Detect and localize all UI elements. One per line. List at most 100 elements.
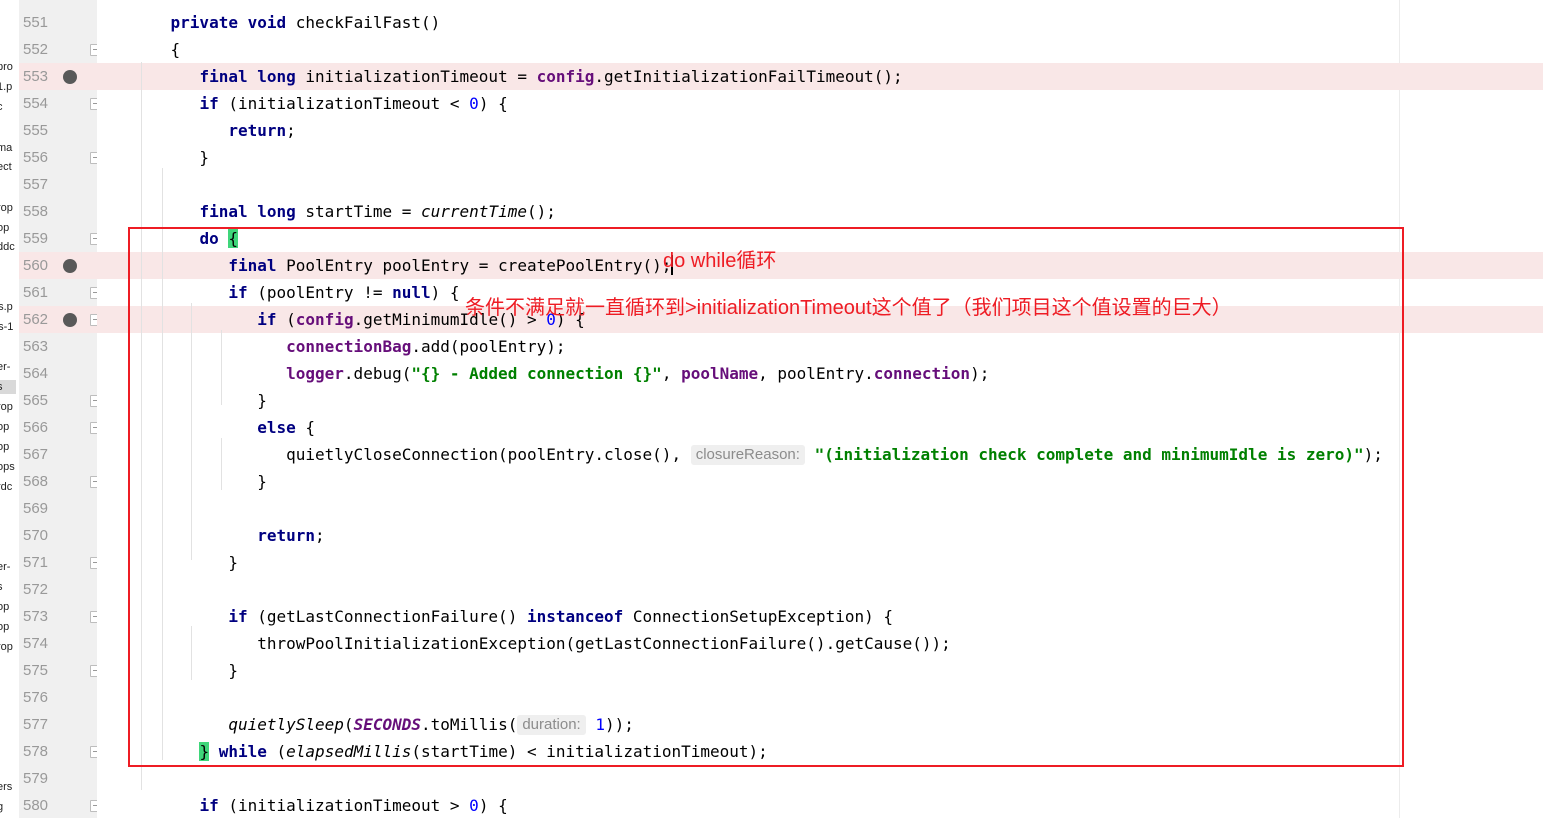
project-tree-item[interactable]: rop — [0, 640, 13, 654]
project-tree-item[interactable]: er- — [0, 360, 10, 374]
line-number: 567 — [23, 446, 49, 463]
gutter-row[interactable]: 579 — [19, 765, 97, 792]
project-tree-item[interactable]: rop — [0, 201, 13, 215]
code-line-text: private void checkFailFast() — [132, 9, 441, 36]
project-tree-item[interactable]: g — [0, 800, 3, 814]
gutter-row[interactable]: 565 — [19, 387, 101, 414]
code-line[interactable]: final long startTime = currentTime(); — [97, 198, 1543, 225]
gutter-row[interactable]: 559 — [19, 225, 101, 252]
project-tree-item[interactable]: er- — [0, 560, 10, 574]
line-number: 566 — [23, 419, 49, 436]
gutter-row[interactable]: 571 — [19, 549, 101, 576]
gutter-row[interactable]: 562 — [19, 306, 101, 333]
gutter-row[interactable]: 578 — [19, 738, 101, 765]
code-line-text: if (initializationTimeout > 0) { — [132, 792, 508, 819]
line-number: 561 — [23, 284, 49, 301]
project-tree-item[interactable]: ddc — [0, 240, 15, 254]
code-line-text: final long initializationTimeout = confi… — [132, 63, 902, 90]
code-token: (); — [526, 202, 556, 221]
line-number: 554 — [23, 95, 49, 112]
code-line[interactable]: } — [97, 144, 1543, 171]
code-line[interactable] — [97, 765, 1543, 792]
project-tree-item[interactable]: rdc — [0, 480, 12, 494]
line-number: 564 — [23, 365, 49, 382]
project-tree-item[interactable]: op — [0, 221, 9, 235]
project-tree-panel[interactable]: pro 1.p c ma ect rop op ddc os.p os-1 er-s rop op op o… — [0, 0, 19, 818]
gutter-row[interactable]: 570 — [19, 522, 97, 549]
project-tree-item[interactable]: op — [0, 620, 9, 634]
annotation-do-while: do while循环 — [663, 250, 777, 272]
code-token: config — [536, 67, 595, 86]
gutter-row[interactable]: 558 — [19, 198, 97, 225]
project-tree-item[interactable]: rop — [0, 400, 13, 414]
gutter-row[interactable]: 556 — [19, 144, 101, 171]
code-token: final — [199, 202, 258, 221]
code-line[interactable]: private void checkFailFast() — [97, 9, 1543, 36]
code-line[interactable]: if (initializationTimeout > 0) { — [97, 792, 1543, 819]
gutter-row[interactable]: 567 — [19, 441, 97, 468]
gutter-row[interactable]: 551 — [19, 9, 97, 36]
code-line[interactable]: if (initializationTimeout < 0) { — [97, 90, 1543, 117]
editor-gutter[interactable]: 551 552 553 554 555 556 557 558 559 560 561 562 563 5… — [19, 0, 101, 819]
gutter-row[interactable]: 553 — [19, 63, 97, 90]
code-line[interactable]: return; — [97, 117, 1543, 144]
project-tree-item[interactable]: ect — [0, 160, 12, 174]
gutter-row[interactable]: 557 — [19, 171, 97, 198]
code-token: (initializationTimeout > — [228, 796, 470, 815]
code-line-text: if (initializationTimeout < 0) { — [132, 90, 507, 117]
breakpoint-icon[interactable] — [63, 70, 77, 84]
project-tree-item[interactable]: op — [0, 420, 9, 434]
project-tree-item[interactable]: 1.p — [0, 80, 12, 94]
project-tree-item[interactable]: ops — [0, 460, 15, 474]
code-line[interactable] — [97, 171, 1543, 198]
project-tree-item[interactable]: os.p — [0, 300, 13, 314]
code-line[interactable]: final long initializationTimeout = confi… — [97, 63, 1543, 90]
gutter-row[interactable]: 568 — [19, 468, 101, 495]
gutter-row[interactable]: 577 — [19, 711, 97, 738]
project-tree-item[interactable]: ma — [0, 141, 12, 155]
project-tree-item[interactable]: op — [0, 440, 9, 454]
project-tree-item[interactable]: op — [0, 600, 9, 614]
gutter-row[interactable]: 575 — [19, 657, 101, 684]
gutter-row[interactable]: 573 — [19, 603, 101, 630]
code-token: ) { — [478, 796, 508, 815]
gutter-row[interactable]: 566 — [19, 414, 101, 441]
gutter-row[interactable]: 554 — [19, 90, 101, 117]
gutter-row[interactable]: 572 — [19, 576, 97, 603]
code-line-text: { — [132, 36, 181, 63]
gutter-row[interactable]: 564 — [19, 360, 97, 387]
project-tree-item[interactable]: s — [0, 380, 16, 394]
breakpoint-icon[interactable] — [63, 259, 77, 273]
gutter-row[interactable]: 580 — [19, 792, 101, 819]
code-line[interactable]: { — [97, 36, 1543, 63]
project-tree-item[interactable]: c — [0, 100, 3, 114]
gutter-row[interactable]: 552 — [19, 36, 101, 63]
project-tree-item[interactable]: ers — [0, 780, 12, 794]
code-token: currentTime — [421, 202, 527, 221]
gutter-row[interactable]: 563 — [19, 333, 97, 360]
gutter-row[interactable]: 561 — [19, 279, 101, 306]
gutter-row[interactable]: 569 — [19, 495, 97, 522]
line-number: 565 — [23, 392, 49, 409]
line-number: 578 — [23, 743, 49, 760]
project-tree-item[interactable]: s — [0, 580, 3, 594]
line-number: 568 — [23, 473, 49, 490]
gutter-row[interactable]: 555 — [19, 117, 97, 144]
gutter-row[interactable]: 574 — [19, 630, 97, 657]
gutter-row[interactable]: 560 — [19, 252, 97, 279]
line-number: 558 — [23, 203, 49, 220]
code-token: ; — [286, 121, 296, 140]
gutter-row[interactable]: 576 — [19, 684, 97, 711]
project-tree-item[interactable]: pro — [0, 60, 13, 74]
project-tree-item[interactable]: os-1 — [0, 320, 13, 334]
code-token: () — [421, 13, 441, 32]
line-number: 577 — [23, 716, 49, 733]
code-token: long — [257, 67, 306, 86]
line-number: 571 — [23, 554, 49, 571]
breakpoint-icon[interactable] — [63, 313, 77, 327]
line-number: 572 — [23, 581, 49, 598]
